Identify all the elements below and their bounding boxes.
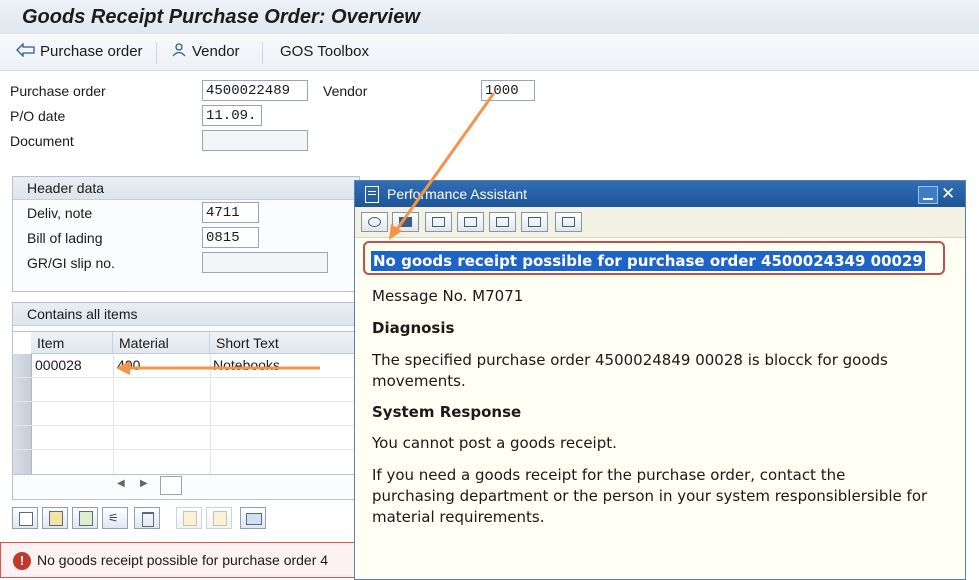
deliv-note-field[interactable]: 4711 xyxy=(202,202,259,223)
cell-short-text: Notebooks xyxy=(213,357,280,373)
document-field[interactable] xyxy=(202,130,308,151)
detail-icon xyxy=(49,511,63,526)
print-help-button[interactable] xyxy=(521,212,548,232)
hierarchy-icon: ⚟ xyxy=(108,511,119,525)
document-button[interactable] xyxy=(457,212,484,232)
close-icon[interactable]: ✕ xyxy=(941,184,955,204)
status-bar[interactable]: ! No goods receipt possible for purchase… xyxy=(0,542,360,578)
table-row[interactable] xyxy=(13,402,359,426)
toolbar-separator xyxy=(262,42,263,64)
detail-button[interactable] xyxy=(42,507,68,529)
dialog-title: Performance Assistant xyxy=(387,186,528,202)
dialog-title-bar[interactable]: Performance Assistant ✕ xyxy=(355,181,965,207)
title-bar: Goods Receipt Purchase Order: Overview xyxy=(0,0,979,35)
bill-of-lading-label: Bill of lading xyxy=(27,230,103,246)
technical-info-button[interactable] xyxy=(392,212,419,232)
gr-gi-slip-field[interactable] xyxy=(202,252,328,273)
refresh-icon xyxy=(368,217,381,227)
error-icon: ! xyxy=(13,552,31,570)
dialog-toolbar xyxy=(355,207,965,238)
column-header-material[interactable]: Material xyxy=(113,332,210,354)
new-entry-button[interactable] xyxy=(12,507,38,529)
system-response-heading: System Response xyxy=(372,403,522,421)
column-header-item[interactable]: Item xyxy=(31,332,113,354)
po-date-field[interactable]: 11.09. xyxy=(202,105,262,126)
toolbar-separator xyxy=(156,42,157,64)
settings-button[interactable] xyxy=(555,212,582,232)
person-icon xyxy=(172,43,186,57)
paste-icon xyxy=(183,511,197,526)
minimize-button[interactable] xyxy=(918,186,938,204)
scroll-left-icon[interactable]: ◀ xyxy=(117,478,125,489)
printer-icon xyxy=(246,513,262,525)
display-button[interactable] xyxy=(425,212,452,232)
table-row[interactable] xyxy=(13,450,359,473)
header-data-heading: Header data xyxy=(13,177,359,200)
scroll-right-icon[interactable]: ▶ xyxy=(140,478,148,489)
items-heading: Contains all items xyxy=(13,303,359,326)
column-header-short-text[interactable]: Short Text xyxy=(210,332,359,354)
purchase-order-button[interactable]: Purchase order xyxy=(16,42,143,60)
system-response-text: You cannot post a goods receipt. xyxy=(372,434,617,452)
search-button[interactable] xyxy=(489,212,516,232)
header-data-title: Header data xyxy=(27,180,105,196)
vendor-button-label: Vendor xyxy=(192,43,240,60)
status-message: No goods receipt possible for purchase o… xyxy=(37,552,329,568)
gos-toolbox-button[interactable]: GOS Toolbox xyxy=(280,43,369,60)
page-title: Goods Receipt Purchase Order: Overview xyxy=(22,6,420,28)
performance-assistant-dialog: Performance Assistant ✕ No goods receipt… xyxy=(354,180,966,580)
cell-material: 400 xyxy=(117,357,141,373)
purchase-order-button-label: Purchase order xyxy=(40,43,143,60)
column-divider xyxy=(210,354,211,474)
vendor-label: Vendor xyxy=(323,83,368,99)
blank-page-icon xyxy=(19,512,33,526)
window-icon xyxy=(432,217,445,227)
back-arrow-icon xyxy=(16,42,35,58)
po-date-label: P/O date xyxy=(10,108,66,124)
cell-item: 000028 xyxy=(35,357,82,373)
scroll-thumb[interactable] xyxy=(160,476,182,495)
gr-gi-slip-label: GR/GI slip no. xyxy=(27,255,115,271)
purchase-order-field[interactable]: 4500022489 xyxy=(202,80,308,101)
advice-text: If you need a goods receipt for the purc… xyxy=(372,466,928,526)
hierarchy-button[interactable]: ⚟ xyxy=(102,507,128,529)
delete-button[interactable] xyxy=(134,507,160,529)
table-row[interactable] xyxy=(13,426,359,450)
page-icon xyxy=(464,217,477,227)
diagnosis-heading: Diagnosis xyxy=(372,319,455,337)
trash-icon xyxy=(142,512,154,527)
print-button[interactable] xyxy=(240,507,266,529)
application-toolbar: Purchase order Vendor GOS Toolbox xyxy=(0,34,979,71)
refresh-button[interactable] xyxy=(361,212,388,232)
copy-icon xyxy=(79,511,93,526)
diagnosis-text: The specified purchase order 4500024849 … xyxy=(372,351,888,390)
copy-rows-icon xyxy=(213,511,227,526)
settings-icon xyxy=(562,217,575,227)
document-label: Document xyxy=(10,133,74,149)
copy-button[interactable] xyxy=(72,507,98,529)
items-title: Contains all items xyxy=(27,306,138,322)
horizontal-scroller[interactable]: ◀ ▶ xyxy=(110,476,190,495)
deliv-note-label: Deliv, note xyxy=(27,205,93,221)
message-headline: No goods receipt possible for purchase o… xyxy=(371,251,925,271)
bill-of-lading-field[interactable]: 0815 xyxy=(202,227,259,248)
search-icon xyxy=(496,217,509,227)
dialog-body: No goods receipt possible for purchase o… xyxy=(355,237,965,579)
table-row[interactable] xyxy=(13,378,359,402)
purchase-order-label: Purchase order xyxy=(10,83,106,99)
vendor-button[interactable]: Vendor xyxy=(172,43,240,60)
document-icon xyxy=(365,186,379,203)
info-icon xyxy=(399,217,412,227)
vendor-field[interactable]: 1000 xyxy=(481,80,535,101)
copy-rows-button[interactable] xyxy=(206,507,232,529)
column-divider xyxy=(113,354,114,474)
table-row[interactable]: 000028 400 Notebooks xyxy=(13,354,359,378)
print-icon xyxy=(528,217,541,227)
paste-button[interactable] xyxy=(176,507,202,529)
message-number: Message No. M7071 xyxy=(372,287,524,305)
items-table: Item Material Short Text 000028 400 Note… xyxy=(12,331,360,475)
